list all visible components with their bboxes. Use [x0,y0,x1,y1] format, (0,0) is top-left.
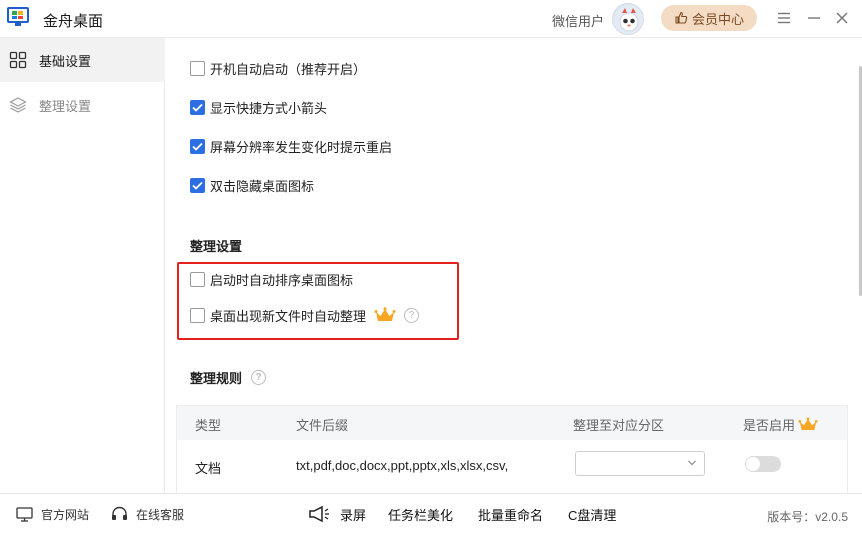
close-button[interactable] [832,8,852,28]
close-icon [836,12,848,24]
online-support-link[interactable]: 在线客服 [111,494,184,533]
chevron-down-icon [688,460,696,466]
option-double-click-hide-icons[interactable]: 双击隐藏桌面图标 [190,175,314,195]
checkbox[interactable] [190,60,205,76]
tool-label: C盘清理 [568,507,617,523]
enable-toggle[interactable] [745,456,781,472]
crown-icon [798,417,818,430]
sidebar-item-label: 基础设置 [39,53,92,69]
taskbar-beautify-link[interactable]: 任务栏美化 [388,494,453,533]
option-show-shortcut-arrow[interactable]: 显示快捷方式小箭头 [190,97,327,117]
thumbs-up-icon [675,11,688,24]
option-label: 双击隐藏桌面图标 [210,178,315,194]
user-name[interactable]: 微信用户 [552,11,604,30]
menu-button[interactable] [774,8,794,28]
table-header-row: 类型 文件后缀 整理至对应分区 是否启用 [177,406,847,440]
grid-icon [9,51,27,69]
layers-icon [9,97,27,113]
help-icon[interactable]: ? [251,370,267,385]
column-header-enabled: 是否启用 [743,415,818,434]
column-header: 是否启用 [743,418,796,433]
monitor-icon [16,506,33,522]
check-icon [192,181,203,190]
record-screen-link[interactable]: 录屏 [308,494,366,533]
option-label: 开机自动启动（推荐开启） [210,61,367,77]
version-label: 版本号：v2.0.5 [767,510,848,524]
toggle-knob [746,457,760,471]
option-resolution-restart-prompt[interactable]: 屏幕分辨率发生变化时提示重启 [190,136,392,156]
c-drive-clean-link[interactable]: C盘清理 [568,494,616,533]
app-title: 金舟桌面 [43,13,104,30]
checkbox-checked[interactable] [190,138,205,154]
option-label: 显示快捷方式小箭头 [210,100,328,116]
megaphone-icon [309,505,329,523]
sidebar-item-organize-settings[interactable]: 整理设置 [0,83,165,127]
checkbox-checked[interactable] [190,99,205,115]
minimize-button[interactable] [804,8,824,28]
app-logo-icon [7,7,29,26]
avatar-icon [614,5,643,34]
settings-panel: 开机自动启动（推荐开启） 显示快捷方式小箭头 屏幕分辨率发生变化时提示重启 双击… [166,38,862,493]
sidebar-item-basic-settings[interactable]: 基础设置 [0,38,165,82]
help-icon[interactable]: ? [404,307,420,323]
online-support-label: 在线客服 [136,507,185,522]
sidebar-item-label: 整理设置 [39,98,92,114]
tool-label: 录屏 [340,507,367,523]
option-label: 启动时自动排序桌面图标 [210,272,354,288]
organize-rules-header: 整理规则 ? [190,368,267,387]
zone-select[interactable] [575,451,705,476]
checkbox[interactable] [190,271,205,287]
check-icon [192,142,203,151]
headset-icon [112,506,127,520]
tool-label: 任务栏美化 [388,507,454,523]
minimize-icon [808,17,820,19]
column-header: 文件后缀 [296,418,349,433]
option-label: 屏幕分辨率发生变化时提示重启 [210,139,393,155]
rule-type: 文档 [195,461,222,476]
rule-suffix: txt,pdf,doc,docx,ppt,pptx,xls,xlsx,csv, [296,458,509,473]
option-label: 桌面出现新文件时自动整理 [210,308,367,324]
option-auto-sort-on-start[interactable]: 启动时自动排序桌面图标 [190,269,353,289]
hamburger-icon [778,12,790,24]
tool-label: 批量重命名 [478,507,544,523]
footer-bar: 官方网站 在线客服 录屏 任务栏美化 批量重命名 C盘清理 版本号：v2.0.5 [0,493,862,533]
organize-settings-title: 整理设置 [190,239,243,254]
column-header: 整理至对应分区 [573,418,665,433]
vip-center-button[interactable]: 会员中心 [661,5,757,31]
rules-table: 类型 文件后缀 整理至对应分区 是否启用 文档 txt,pdf,doc,docx… [176,405,848,493]
check-icon [192,103,203,112]
avatar[interactable] [612,3,644,35]
vip-center-label: 会员中心 [691,11,744,27]
official-website-label: 官方网站 [41,507,90,522]
title-bar: 金舟桌面 微信用户 会员中心 [0,0,862,38]
batch-rename-link[interactable]: 批量重命名 [478,494,543,533]
crown-icon [374,307,396,321]
option-auto-organize-new-files[interactable]: 桌面出现新文件时自动整理 ? [190,305,420,325]
column-header: 类型 [195,418,222,433]
official-website-link[interactable]: 官方网站 [16,494,89,533]
checkbox[interactable] [190,307,205,323]
sidebar: 基础设置 整理设置 [0,38,165,493]
option-auto-start[interactable]: 开机自动启动（推荐开启） [190,58,366,78]
checkbox-checked[interactable] [190,177,205,193]
organize-rules-title: 整理规则 [190,371,243,386]
